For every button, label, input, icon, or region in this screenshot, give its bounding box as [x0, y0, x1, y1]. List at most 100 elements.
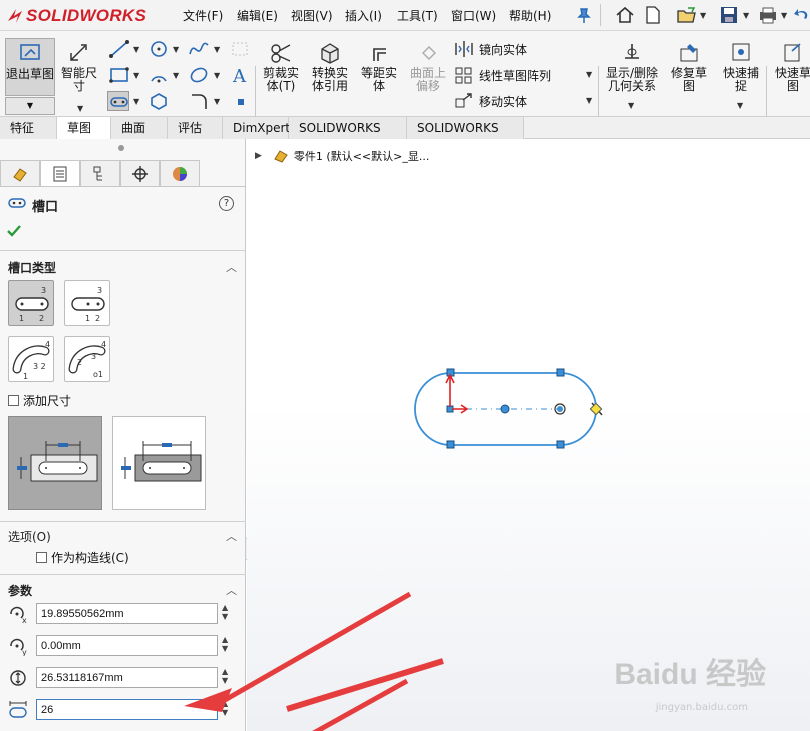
home-icon[interactable]: [614, 5, 636, 25]
exit-sketch-button[interactable]: 退出草图: [5, 38, 55, 96]
spline-dropdown-icon[interactable]: ▼: [214, 45, 220, 54]
mirror-icon[interactable]: [453, 39, 475, 59]
sketch-point[interactable]: [446, 440, 455, 449]
linear-pattern-icon[interactable]: [453, 65, 475, 85]
checkbox-box[interactable]: [8, 395, 19, 406]
smart-dimension-button[interactable]: 智能尺寸: [57, 41, 101, 93]
ellipse-dropdown-icon[interactable]: ▼: [214, 71, 220, 80]
move-entities-label[interactable]: 移动实体: [479, 93, 527, 110]
repair-sketch-button[interactable]: 修复草图: [666, 41, 712, 93]
menu-window[interactable]: 窗口(W): [451, 7, 496, 24]
collapse-options-icon[interactable]: ︿: [226, 528, 237, 544]
save-icon[interactable]: [718, 5, 740, 25]
quick-snaps-button[interactable]: 快速捕捉: [718, 41, 764, 93]
fillet-icon[interactable]: [188, 91, 210, 111]
smart-dimension-dropdown-icon[interactable]: ▼: [77, 104, 83, 113]
menu-edit[interactable]: 编辑(E): [237, 7, 278, 24]
menu-help[interactable]: 帮助(H): [509, 7, 551, 24]
polygon-icon[interactable]: [148, 91, 170, 111]
add-dimensions-checkbox[interactable]: 添加尺寸: [8, 392, 71, 409]
center-to-center-button[interactable]: [8, 416, 102, 510]
menu-tools[interactable]: 工具(T): [397, 7, 438, 24]
menu-view[interactable]: 视图(V): [291, 7, 333, 24]
new-document-icon[interactable]: [642, 5, 664, 25]
tab-solidworks-addins[interactable]: SOLIDWORKS 插件: [289, 117, 407, 157]
menu-insert[interactable]: 插入(I): [345, 7, 382, 24]
checkbox-box[interactable]: [36, 552, 47, 563]
3point-arc-slot-button[interactable]: 4 1 3 2: [8, 336, 54, 382]
tab-solidworks-mbd[interactable]: SOLIDWORKS MBD: [407, 117, 524, 157]
quick-snaps-dropdown-icon[interactable]: ▼: [737, 101, 743, 110]
print-icon[interactable]: [757, 5, 779, 25]
tab-dimxpert-manager[interactable]: [120, 160, 160, 186]
offset-on-surface-button[interactable]: 曲面上偏移: [406, 41, 450, 93]
move-dropdown-icon[interactable]: ▼: [586, 96, 592, 105]
move-entities-icon[interactable]: [453, 91, 475, 111]
straight-slot-button[interactable]: 3 1 2: [8, 280, 54, 326]
arc-dropdown-icon[interactable]: ▼: [173, 71, 179, 80]
tab-display-manager[interactable]: [160, 160, 200, 186]
save-dropdown-icon[interactable]: ▼: [743, 11, 749, 20]
center-y-input[interactable]: [36, 635, 218, 656]
print-dropdown-icon[interactable]: ▼: [781, 11, 787, 20]
tab-dimxpert[interactable]: DimXpert: [223, 117, 290, 139]
spline-icon[interactable]: [188, 39, 210, 59]
exit-sketch-dropdown[interactable]: ▼: [5, 97, 55, 115]
open-folder-icon[interactable]: [676, 5, 698, 25]
rectangle-icon[interactable]: [108, 65, 130, 85]
sketch-point[interactable]: [556, 440, 565, 449]
open-dropdown-icon[interactable]: ▼: [700, 11, 706, 20]
undo-icon[interactable]: [792, 5, 810, 25]
trim-entities-button[interactable]: 剪裁实体(T): [259, 41, 303, 93]
slot-width-spinner[interactable]: ▲ ▼: [222, 667, 228, 685]
text-icon[interactable]: A: [229, 65, 251, 87]
display-delete-relations-button[interactable]: 显示/删除几何关系: [602, 41, 662, 93]
sketch-point[interactable]: [556, 368, 565, 377]
circle-icon[interactable]: [148, 39, 170, 59]
collapse-parameters-icon[interactable]: ︿: [226, 582, 237, 598]
center-y-spinner[interactable]: ▲ ▼: [222, 635, 228, 653]
circle-dropdown-icon[interactable]: ▼: [173, 45, 179, 54]
centerpoint-arc-slot-button[interactable]: 4 2 3 o1: [64, 336, 110, 382]
ellipse-icon[interactable]: [188, 65, 210, 85]
convert-entities-button[interactable]: 转换实体引用: [308, 41, 352, 93]
tab-surfaces[interactable]: 曲面: [111, 117, 168, 139]
slot-length-spinner[interactable]: ▲ ▼: [222, 699, 228, 717]
slot-icon[interactable]: [107, 91, 129, 111]
center-x-input[interactable]: [36, 603, 218, 624]
tab-configuration-manager[interactable]: [80, 160, 120, 186]
line-icon[interactable]: [108, 39, 130, 59]
slot-length-input[interactable]: [36, 699, 218, 720]
graphics-area[interactable]: ▶ 零件1 (默认<<默认>_显... Baidu 经验 jingyan.bai…: [247, 139, 810, 731]
quick-view-button[interactable]: 快速草图: [770, 41, 810, 93]
arc-icon[interactable]: [148, 65, 170, 85]
solidworks-logo[interactable]: SOLIDWORKS: [6, 4, 146, 28]
tab-property-manager[interactable]: [40, 160, 80, 186]
slot-width-input[interactable]: [36, 667, 218, 688]
tab-feature-manager[interactable]: [0, 160, 40, 186]
ok-checkmark-icon[interactable]: [6, 224, 22, 238]
menu-file[interactable]: 文件(F): [183, 7, 223, 24]
rectangle-dropdown-icon[interactable]: ▼: [133, 71, 139, 80]
tab-sketch[interactable]: 草图: [57, 117, 111, 139]
relations-dropdown-icon[interactable]: ▼: [628, 101, 634, 110]
mirror-label[interactable]: 镜向实体: [479, 41, 527, 58]
center-x-spinner[interactable]: ▲ ▼: [222, 603, 228, 621]
collapse-slot-type-icon[interactable]: ︿: [226, 259, 237, 275]
overall-length-button[interactable]: [112, 416, 206, 510]
sketch-center-point[interactable]: [500, 404, 510, 414]
offset-entities-button[interactable]: 等距实体: [357, 41, 401, 93]
sketch-canvas[interactable]: [247, 139, 810, 731]
tab-features[interactable]: 特征: [0, 117, 57, 139]
centerpoint-straight-slot-button[interactable]: 3 12: [64, 280, 110, 326]
linear-pattern-label[interactable]: 线性草图阵列: [479, 67, 551, 84]
construction-geometry-checkbox[interactable]: 作为构造线(C): [36, 549, 129, 566]
tab-evaluate[interactable]: 评估: [168, 117, 223, 139]
point-icon[interactable]: [231, 93, 253, 113]
fillet-dropdown-icon[interactable]: ▼: [214, 97, 220, 106]
panel-splitter-handle[interactable]: [118, 145, 124, 151]
help-icon[interactable]: ?: [219, 196, 234, 211]
pin-icon[interactable]: [573, 5, 595, 25]
slot-dropdown-icon[interactable]: ▼: [133, 97, 139, 106]
line-dropdown-icon[interactable]: ▼: [133, 45, 139, 54]
